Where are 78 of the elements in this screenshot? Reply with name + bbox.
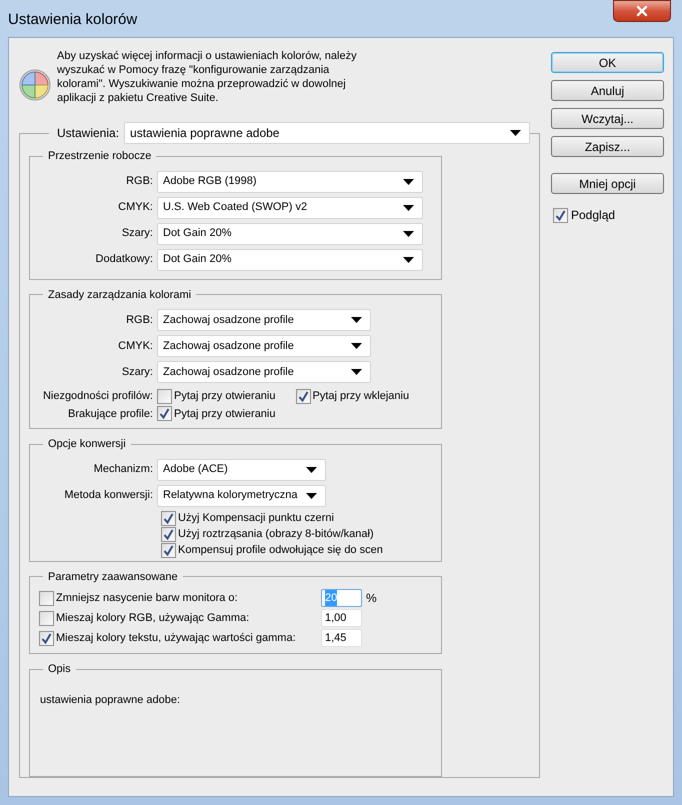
dropdown[interactable]: Relatywna kolorymetryczna — [157, 484, 326, 506]
window-title: Ustawienia kolorów — [8, 10, 138, 30]
info-text: Aby uzyskać więcej informacji o ustawieniach kolorów, należy wyszukać w Pomocy frazę "konfigurowanie zarządzania kolorami". Wyszukiwanie można przeprowadzić w dowolnej aplikacji z pakietu Creative Suite. — [57, 49, 357, 105]
group-title: Przestrzenie robocze — [47, 149, 152, 164]
field-label: Mechanizm: — [92, 462, 154, 478]
dialog-button[interactable]: Mniej opcji — [551, 173, 664, 194]
number-field[interactable]: 1,00 — [321, 609, 362, 627]
check-icon — [163, 528, 174, 540]
checkbox-label: Mieszaj kolory tekstu, używając wartości gamma: — [56, 630, 297, 646]
dialog-button[interactable]: Wczytaj... — [551, 108, 664, 129]
dropdown[interactable]: Dot Gain 20% — [157, 222, 423, 244]
dropdown[interactable]: Zachowaj osadzone profile — [157, 335, 371, 357]
check-icon — [555, 210, 566, 220]
checkbox[interactable] — [161, 542, 176, 558]
field-label: Szary: — [120, 226, 154, 242]
checkbox[interactable] — [39, 610, 54, 626]
checkbox[interactable] — [553, 208, 568, 222]
dialog-button[interactable]: Zapisz... — [551, 136, 664, 157]
checkbox[interactable] — [296, 388, 310, 404]
check-icon — [163, 544, 174, 556]
field-label: RGB: — [125, 174, 154, 190]
check-icon — [298, 390, 308, 402]
dropdown-arrow-icon — [403, 204, 414, 210]
dropdown[interactable]: Zachowaj osadzone profile — [157, 361, 371, 383]
dropdown-arrow-icon — [306, 492, 317, 498]
check-icon — [163, 512, 174, 524]
checkbox-label: Pytaj przy otwieraniu — [174, 406, 276, 422]
checkbox-label: Użyj Kompensacji punktu czerni — [178, 510, 334, 526]
check-icon — [159, 408, 170, 420]
group-title: Opcje konwersji — [47, 437, 127, 452]
close-button[interactable] — [613, 0, 671, 22]
dropdown[interactable]: U.S. Web Coated (SWOP) v2 — [157, 196, 423, 218]
number-field[interactable]: 1,45 — [321, 629, 362, 647]
field-label: CMYK: — [117, 338, 154, 354]
checkbox-label: Kompensuj profile odwołujące się do scen — [178, 542, 383, 558]
checkbox-label: Mieszaj kolory RGB, używając Gamma: — [56, 610, 250, 626]
field-label: Metoda konwersji: — [63, 488, 154, 504]
dropdown-arrow-icon — [351, 369, 362, 375]
checkbox[interactable] — [161, 526, 176, 542]
dropdown-arrow-icon — [351, 317, 362, 323]
field-label: Szary: — [120, 364, 154, 380]
dropdown-arrow-icon — [403, 178, 414, 184]
check-icon — [41, 632, 52, 644]
dropdown[interactable]: Zachowaj osadzone profile — [157, 309, 371, 331]
checkbox-label: Zmniejsz nasycenie barw monitora o: — [56, 590, 239, 606]
field-label: Niezgodności profilów: — [42, 389, 154, 404]
group-title: Parametry zaawansowane — [47, 570, 179, 584]
unit-label: % — [366, 590, 377, 607]
field-label: CMYK: — [117, 200, 154, 216]
dropdown[interactable]: Adobe RGB (1998) — [157, 170, 423, 192]
dialog-button[interactable]: Anuluj — [551, 80, 664, 101]
description-text: ustawienia poprawne adobe: — [39, 692, 182, 708]
dropdown-arrow-icon — [351, 343, 362, 349]
dropdown-arrow-icon — [510, 130, 522, 136]
dropdown[interactable]: ustawienia poprawne adobe — [124, 122, 530, 144]
checkbox[interactable] — [161, 510, 176, 526]
dropdown[interactable]: Adobe (ACE) — [157, 458, 326, 480]
checkbox[interactable] — [157, 406, 172, 422]
field-label: RGB: — [125, 312, 154, 328]
checkbox[interactable] — [39, 590, 54, 606]
field-label: Brakujące profile: — [67, 406, 154, 422]
dialog-button[interactable]: OK — [551, 52, 664, 73]
checkbox-label: Pytaj przy otwieraniu — [174, 389, 276, 404]
dropdown-arrow-icon — [306, 466, 317, 472]
field-label: Dodatkowy: — [94, 252, 154, 268]
checkbox-label: Pytaj przy wklejaniu — [312, 389, 410, 404]
checkbox[interactable] — [157, 388, 172, 404]
dropdown-arrow-icon — [403, 230, 414, 236]
group-title: Zasady zarządzania kolorami — [47, 288, 192, 302]
checkbox-label: Użyj roztrząsania (obrazy 8-bitów/kanał) — [178, 526, 374, 542]
color-wheel-icon — [18, 68, 52, 102]
group-title: Opis — [47, 662, 72, 677]
settings-label: Ustawienia: — [56, 125, 120, 142]
checkbox[interactable] — [39, 630, 54, 646]
dropdown-arrow-icon — [403, 256, 414, 262]
dropdown[interactable]: Dot Gain 20% — [157, 248, 423, 270]
close-icon — [634, 3, 650, 19]
checkbox-label: Podgląd — [571, 207, 616, 224]
